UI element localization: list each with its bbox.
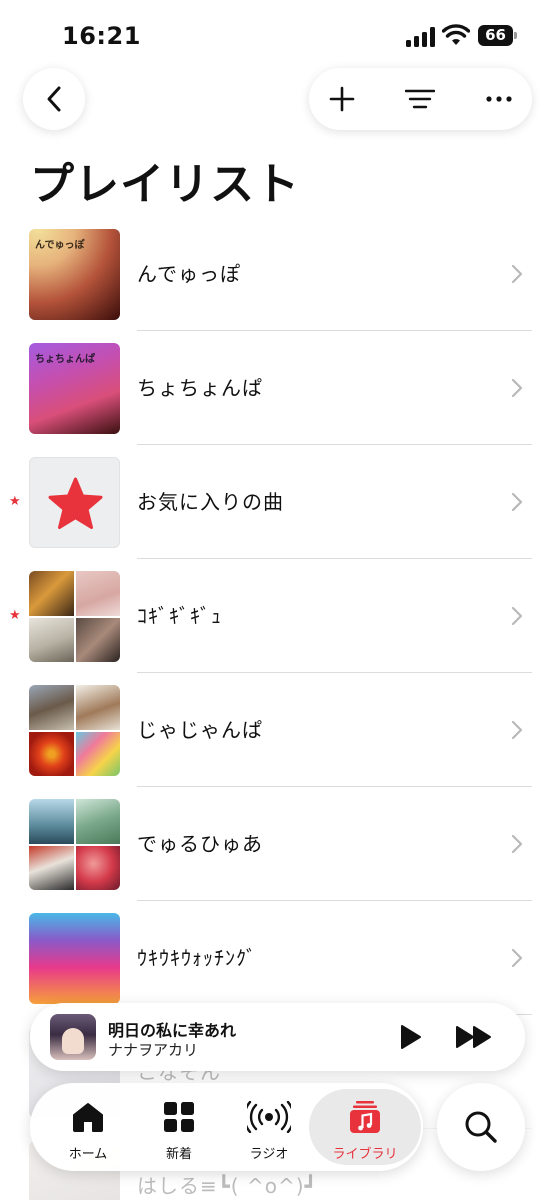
grid-icon (164, 1102, 194, 1132)
favorite-star-icon: ★ (9, 608, 21, 623)
add-button[interactable] (311, 68, 373, 130)
tab-home[interactable]: ホーム (42, 1089, 134, 1165)
playlist-item[interactable]: ★ ｺｷﾞｷﾞｷﾞｭ (0, 570, 555, 684)
playlist-title: んでゅっぽ (137, 262, 241, 286)
chevron-right-icon (511, 834, 523, 854)
playlist-artwork: ちょちょんぱ (29, 343, 120, 434)
divider (137, 672, 532, 673)
chevron-right-icon (511, 606, 523, 626)
now-playing-artist: ナナヲアカリ (108, 1041, 199, 1059)
now-playing-title: 明日の私に幸あれ (108, 1021, 237, 1040)
tab-label: ホーム (68, 1147, 108, 1162)
more-button[interactable] (468, 68, 530, 130)
playlist-title: ｳｷｳｷｳｫｯﾁﾝｸﾞ (137, 946, 257, 970)
playlist-artwork (29, 799, 120, 890)
playlist-artwork: んでゅっぽ (29, 229, 120, 320)
divider (137, 900, 532, 901)
playlist-title: でゅるひゅあ (137, 832, 263, 856)
radio-icon (247, 1101, 291, 1133)
playlist-title: じゃじゃんぱ (137, 718, 263, 742)
plus-icon (329, 86, 355, 112)
playlist-artwork (29, 457, 120, 548)
home-icon (73, 1103, 103, 1132)
favorite-star-icon: ★ (9, 494, 21, 509)
playlist-title: はしる≡┗( ^o^)┛ (137, 1174, 318, 1198)
tab-radio[interactable]: ラジオ (223, 1089, 315, 1165)
playlist-title: お気に入りの曲 (137, 490, 284, 514)
chevron-right-icon (511, 948, 523, 968)
wifi-icon (442, 24, 470, 45)
chevron-left-icon (47, 86, 61, 112)
now-playing-artwork (50, 1014, 96, 1060)
artwork-title: んでゅっぽ (35, 240, 85, 251)
filter-button[interactable] (389, 68, 451, 130)
chevron-right-icon (511, 492, 523, 512)
divider (137, 786, 532, 787)
search-icon (465, 1111, 497, 1143)
chevron-right-icon (511, 378, 523, 398)
music-library-icon (350, 1101, 380, 1133)
tab-label: ラジオ (249, 1147, 289, 1162)
playlist-item[interactable]: んでゅっぽ んでゅっぽ (0, 228, 555, 342)
chevron-right-icon (511, 264, 523, 284)
more-icon (486, 96, 512, 102)
artwork-title: ちょちょんぱ (35, 354, 95, 365)
playlist-artwork (29, 685, 120, 776)
divider (137, 330, 532, 331)
play-icon[interactable] (397, 1023, 423, 1051)
star-icon (48, 477, 103, 529)
playlist-item[interactable]: でゅるひゅあ (0, 798, 555, 912)
battery-level: 66 (478, 25, 513, 46)
tab-label: ライブラリ (332, 1147, 398, 1162)
playlist-item[interactable]: ちょちょんぱ ちょちょんぱ (0, 342, 555, 456)
chevron-right-icon (511, 720, 523, 740)
playlist-title: ちょちょんぱ (137, 376, 263, 400)
tab-library[interactable]: ライブラリ (309, 1089, 421, 1165)
search-button[interactable] (437, 1083, 525, 1171)
filter-icon (405, 89, 435, 109)
tab-bar: ホーム 新着 ラジオ ライブラリ (30, 1083, 423, 1171)
status-bar: 16:21 66 (0, 0, 555, 60)
divider (137, 444, 532, 445)
page-title: プレイリスト (30, 159, 300, 210)
playlist-item[interactable]: ★ お気に入りの曲 (0, 456, 555, 570)
battery-icon: 66 (478, 25, 518, 46)
mini-player[interactable]: 明日の私に幸あれ ナナヲアカリ (30, 1003, 525, 1071)
nav-actions (309, 68, 532, 130)
playlist-item[interactable]: じゃじゃんぱ (0, 684, 555, 798)
playlist-artwork (29, 571, 120, 662)
back-button[interactable] (23, 68, 85, 130)
status-time: 16:21 (62, 22, 141, 50)
playlist-artwork (29, 913, 120, 1004)
tab-new[interactable]: 新着 (133, 1089, 225, 1165)
playlist-title: ｺｷﾞｷﾞｷﾞｭ (137, 604, 222, 628)
divider (137, 558, 532, 559)
fast-forward-icon[interactable] (455, 1024, 493, 1050)
cellular-signal-icon (406, 27, 436, 47)
tab-label: 新着 (165, 1147, 192, 1162)
